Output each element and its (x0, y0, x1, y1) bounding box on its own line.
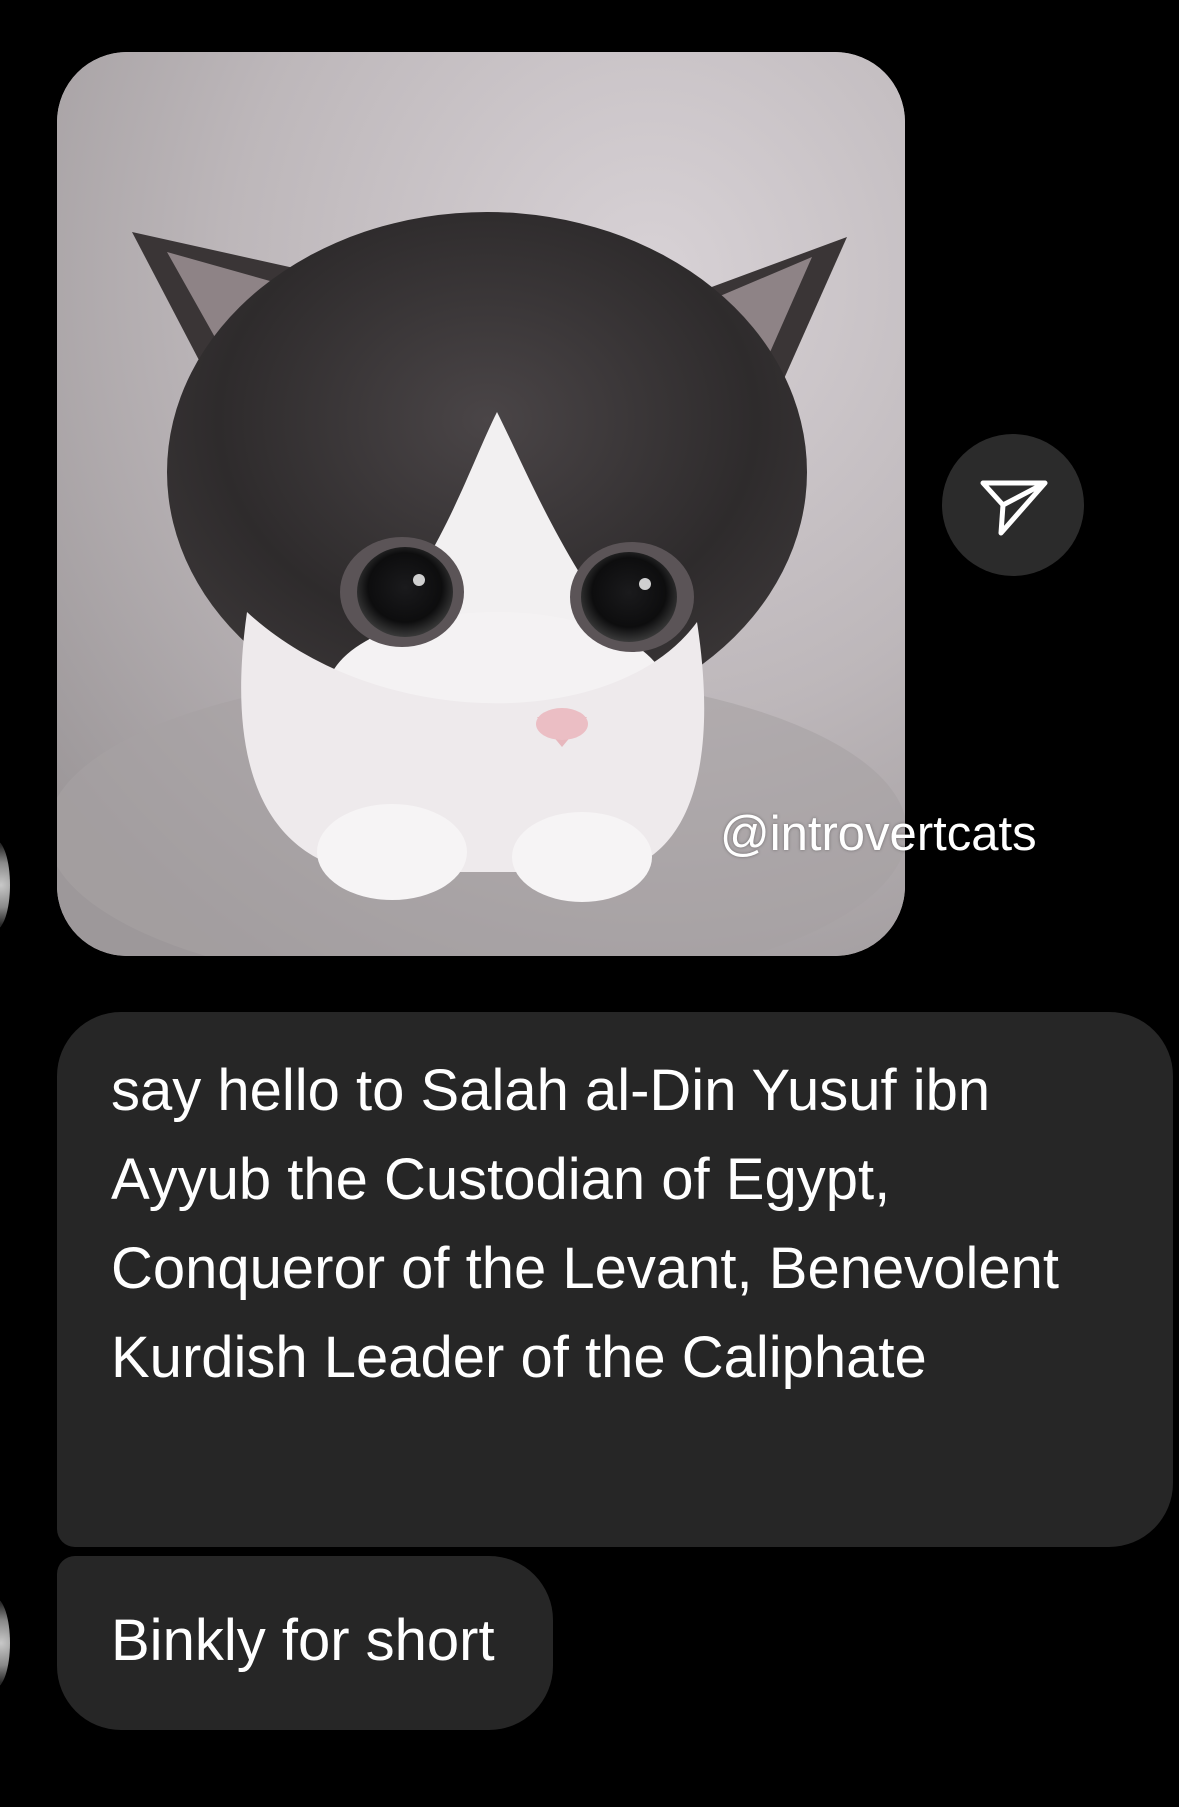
message-text: Binkly for short (111, 1608, 495, 1673)
photo-watermark: @introvertcats (720, 807, 1037, 861)
sender-avatar[interactable] (0, 1598, 10, 1688)
message-bubble[interactable]: Binkly for short (57, 1556, 553, 1730)
message-bubble[interactable]: say hello to Salah al-Din Yusuf ibn Ayyu… (57, 1012, 1173, 1547)
paper-plane-icon (980, 480, 1048, 536)
share-button[interactable] (942, 434, 1084, 576)
sender-avatar[interactable] (0, 840, 10, 930)
message-text: say hello to Salah al-Din Yusuf ibn Ayyu… (111, 1058, 1059, 1390)
